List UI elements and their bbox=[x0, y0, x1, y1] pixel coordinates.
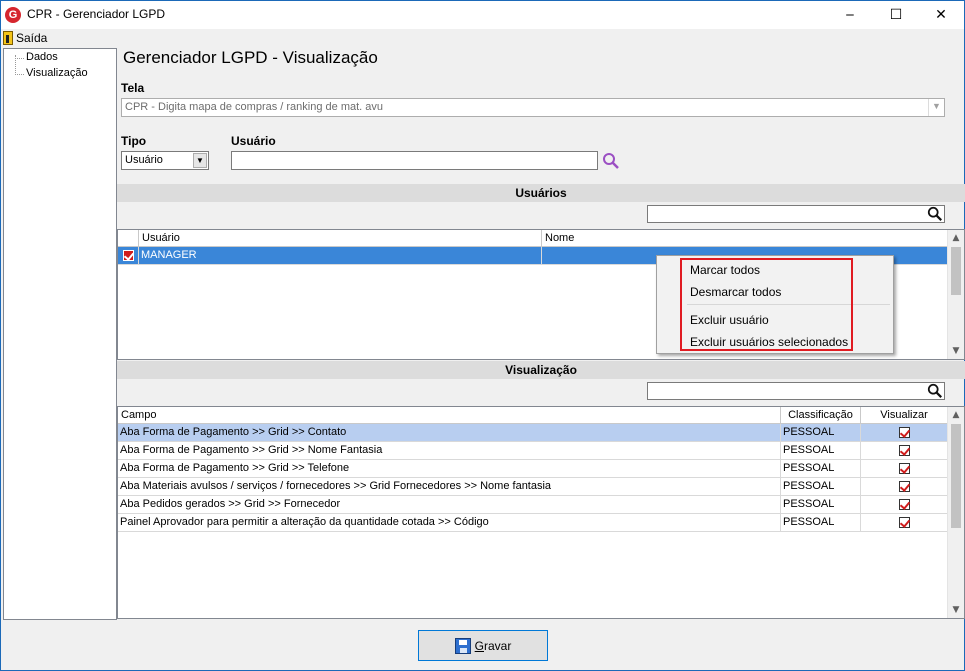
highlight-outline bbox=[680, 258, 853, 351]
cell-classificacao: PESSOAL bbox=[781, 514, 861, 532]
cell-campo: Aba Forma de Pagamento >> Grid >> Contat… bbox=[118, 424, 781, 442]
grid-header-nome[interactable]: Nome bbox=[542, 230, 948, 247]
title-bar: G CPR - Gerenciador LGPD ‒ ☐ ✕ bbox=[1, 1, 964, 29]
cell-classificacao: PESSOAL bbox=[781, 460, 861, 478]
table-row[interactable]: Aba Materiais avulsos / serviços / forne… bbox=[118, 478, 948, 496]
table-row[interactable]: Aba Pedidos gerados >> Grid >> Fornecedo… bbox=[118, 496, 948, 514]
minimize-button[interactable]: ‒ bbox=[827, 1, 873, 29]
page-title: Gerenciador LGPD - Visualização bbox=[123, 48, 378, 67]
cell-visualizar[interactable] bbox=[861, 514, 948, 532]
usuario-label: Usuário bbox=[231, 134, 276, 148]
visualizacao-search-input[interactable] bbox=[647, 382, 945, 400]
cell-visualizar[interactable] bbox=[861, 442, 948, 460]
window-title: CPR - Gerenciador LGPD bbox=[27, 7, 166, 21]
usuarios-scrollbar[interactable]: ▲ ▼ bbox=[947, 230, 964, 359]
chevron-down-icon[interactable]: ▼ bbox=[193, 153, 207, 168]
tipo-label: Tipo bbox=[121, 134, 147, 148]
search-icon[interactable] bbox=[927, 206, 943, 222]
table-row[interactable]: Aba Forma de Pagamento >> Grid >> Telefo… bbox=[118, 460, 948, 478]
chevron-down-icon[interactable]: ▼ bbox=[948, 602, 964, 618]
close-button[interactable]: ✕ bbox=[918, 1, 964, 29]
floppy-disk-icon bbox=[454, 637, 471, 654]
row-check-cell[interactable] bbox=[118, 247, 139, 265]
visualizar-checkbox[interactable] bbox=[899, 481, 910, 492]
visualizar-checkbox[interactable] bbox=[899, 517, 910, 528]
exit-door-icon bbox=[3, 31, 13, 45]
cell-campo: Painel Aprovador para permitir a alteraç… bbox=[118, 514, 781, 532]
visualizar-checkbox[interactable] bbox=[899, 499, 910, 510]
maximize-button[interactable]: ☐ bbox=[873, 1, 919, 29]
menu-saida[interactable]: Saída bbox=[3, 30, 47, 46]
tree-item-dados[interactable]: Dados bbox=[26, 51, 58, 63]
menu-saida-label: Saída bbox=[16, 31, 48, 45]
usuario-input[interactable] bbox=[231, 151, 598, 170]
search-icon[interactable] bbox=[927, 383, 943, 399]
cell-visualizar[interactable] bbox=[861, 496, 948, 514]
cell-classificacao: PESSOAL bbox=[781, 496, 861, 514]
search-icon[interactable] bbox=[602, 152, 620, 170]
cell-campo: Aba Pedidos gerados >> Grid >> Fornecedo… bbox=[118, 496, 781, 514]
cell-campo: Aba Forma de Pagamento >> Grid >> Telefo… bbox=[118, 460, 781, 478]
cell-visualizar[interactable] bbox=[861, 424, 948, 442]
chevron-down-icon: ▼ bbox=[928, 99, 944, 116]
visualizacao-section-header: Visualização bbox=[117, 361, 965, 379]
visualizacao-scrollbar[interactable]: ▲ ▼ bbox=[947, 407, 964, 618]
cell-campo: Aba Materiais avulsos / serviços / forne… bbox=[118, 478, 781, 496]
table-row[interactable]: Aba Forma de Pagamento >> Grid >> Contat… bbox=[118, 424, 948, 442]
tela-label: Tela bbox=[121, 81, 145, 95]
chevron-up-icon[interactable]: ▲ bbox=[948, 230, 964, 246]
cell-campo: Aba Forma de Pagamento >> Grid >> Nome F… bbox=[118, 442, 781, 460]
usuarios-section-header: Usuários bbox=[117, 184, 965, 202]
grid-header-usuario[interactable]: Usuário bbox=[139, 230, 542, 247]
cell-classificacao: PESSOAL bbox=[781, 424, 861, 442]
cell-usuario: MANAGER bbox=[139, 247, 542, 265]
chevron-up-icon[interactable]: ▲ bbox=[948, 407, 964, 423]
cell-visualizar[interactable] bbox=[861, 478, 948, 496]
tree-connector bbox=[15, 58, 24, 59]
tipo-select-value: Usuário bbox=[125, 154, 163, 166]
gravar-label: Gravar bbox=[474, 638, 512, 653]
row-checkbox[interactable] bbox=[123, 250, 134, 261]
tela-select-value: CPR - Digita mapa de compras / ranking d… bbox=[125, 101, 384, 113]
grid-header-campo[interactable]: Campo bbox=[118, 407, 781, 424]
navigation-tree: Dados Visualização bbox=[3, 48, 117, 620]
table-row[interactable]: Aba Forma de Pagamento >> Grid >> Nome F… bbox=[118, 442, 948, 460]
chevron-down-icon[interactable]: ▼ bbox=[948, 343, 964, 359]
grid-header-check bbox=[118, 230, 139, 247]
gravar-button[interactable]: Gravar bbox=[418, 630, 548, 661]
cell-visualizar[interactable] bbox=[861, 460, 948, 478]
visualizar-checkbox[interactable] bbox=[899, 463, 910, 474]
app-logo-icon: G bbox=[5, 7, 21, 23]
scrollbar-thumb[interactable] bbox=[951, 247, 961, 295]
tree-item-visualizacao[interactable]: Visualização bbox=[26, 67, 88, 79]
cell-classificacao: PESSOAL bbox=[781, 442, 861, 460]
scrollbar-thumb[interactable] bbox=[951, 424, 961, 528]
menu-bar: Saída bbox=[1, 29, 964, 47]
tipo-select[interactable]: Usuário ▼ bbox=[121, 151, 209, 170]
table-row[interactable]: Painel Aprovador para permitir a alteraç… bbox=[118, 514, 948, 532]
visualizar-checkbox[interactable] bbox=[899, 427, 910, 438]
visualizacao-grid[interactable]: Campo Classificação Visualizar Aba Forma… bbox=[117, 406, 965, 619]
usuarios-search-input[interactable] bbox=[647, 205, 945, 223]
visualizar-checkbox[interactable] bbox=[899, 445, 910, 456]
grid-header-classificacao[interactable]: Classificação bbox=[781, 407, 861, 424]
tree-connector bbox=[15, 74, 24, 75]
tela-select: CPR - Digita mapa de compras / ranking d… bbox=[121, 98, 945, 117]
main-window: G CPR - Gerenciador LGPD ‒ ☐ ✕ Saída Dad… bbox=[0, 0, 965, 671]
cell-classificacao: PESSOAL bbox=[781, 478, 861, 496]
grid-header-visualizar[interactable]: Visualizar bbox=[861, 407, 948, 424]
